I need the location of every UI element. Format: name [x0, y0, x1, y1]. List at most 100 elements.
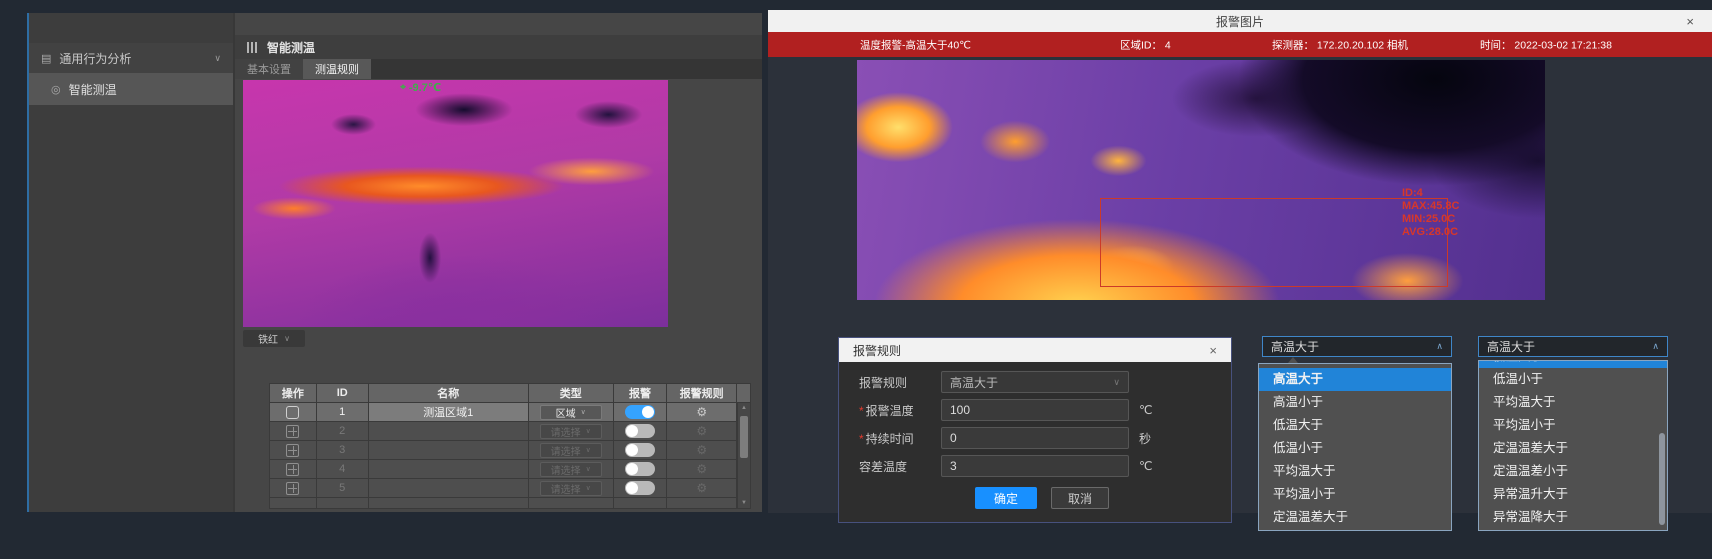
row-name[interactable]: 测温区域1: [369, 403, 529, 421]
scroll-up-icon[interactable]: ▲: [738, 405, 750, 411]
alarm-banner: 温度报警-高温大于40℃ 区域ID： 4 探测器： 172.20.20.102 …: [768, 32, 1712, 57]
alarm-temp-input[interactable]: 100: [941, 399, 1129, 421]
alarm-toggle-on[interactable]: [625, 405, 655, 419]
row-id: 4: [317, 460, 369, 478]
option-high-temp-greater[interactable]: 高温大于: [1259, 368, 1451, 391]
close-icon[interactable]: ×: [1209, 343, 1217, 358]
chevron-down-icon[interactable]: ∨: [214, 53, 221, 64]
option-avg-temp-greater[interactable]: 平均温大于: [1479, 391, 1667, 414]
row-id: 1: [317, 403, 369, 421]
option-fixed-diff-less[interactable]: 定温温差小于: [1259, 529, 1451, 531]
chevron-down-icon: ∨: [586, 427, 591, 435]
gear-icon[interactable]: ⚙: [696, 405, 707, 419]
type-select-disabled: 请选择∨: [540, 443, 602, 458]
content-header: 智能测温: [235, 35, 762, 59]
dropdown-scrollbar-thumb[interactable]: [1659, 433, 1665, 525]
chevron-down-icon: ∨: [586, 484, 591, 492]
palette-select[interactable]: 铁红 ∨: [243, 330, 305, 347]
region-min-text: MIN:25.0C: [1402, 213, 1459, 226]
gear-icon: ⚙: [696, 424, 707, 438]
sidebar-item-smart-thermometry[interactable]: ◎ 智能测温: [29, 73, 233, 105]
alarm-thermal-image: ID:4 MAX:45.8C MIN:25.0C AVG:28.0C: [857, 60, 1545, 300]
tolerance-input[interactable]: 3: [941, 455, 1129, 477]
tab-basic-settings[interactable]: 基本设置: [235, 59, 303, 79]
drag-handle-icon: [247, 42, 257, 53]
row-id: 5: [317, 479, 369, 497]
add-region-icon[interactable]: [286, 482, 299, 495]
close-icon[interactable]: ×: [1686, 10, 1694, 32]
sidebar-group-behavior-analysis[interactable]: ▤ 通用行为分析 ∨: [29, 43, 233, 73]
scrollbar-thumb[interactable]: [740, 416, 748, 458]
option-high-temp-less[interactable]: 高温小于: [1259, 391, 1451, 414]
palette-value: 铁红: [258, 331, 278, 346]
thermometry-icon: ◎: [51, 83, 61, 96]
alarm-region-rectangle: [1100, 198, 1448, 287]
tab-thermometry-rules[interactable]: 测温规则: [303, 59, 371, 79]
row-name: [369, 422, 529, 440]
rule-dropdown-left[interactable]: 高温大于 ∧: [1262, 336, 1452, 357]
content-title: 智能测温: [267, 39, 315, 56]
table-row[interactable]: 4 请选择∨ ⚙: [270, 460, 750, 479]
add-region-icon[interactable]: [286, 463, 299, 476]
grid-icon: ▤: [41, 52, 51, 65]
delete-region-icon[interactable]: [286, 406, 299, 419]
duration-label: 持续时间: [859, 430, 941, 447]
dialog-titlebar: 报警规则 ×: [839, 338, 1231, 362]
add-region-icon[interactable]: [286, 444, 299, 457]
option-avg-temp-less[interactable]: 平均温小于: [1259, 483, 1451, 506]
option-low-temp-greater[interactable]: 低温大于: [1259, 414, 1451, 437]
tab-bar: 基本设置 测温规则: [235, 59, 762, 79]
type-select[interactable]: 区域 ∨: [540, 405, 602, 420]
type-value: 区域: [556, 405, 576, 420]
table-row[interactable]: 1 测温区域1 区域 ∨ ⚙: [270, 403, 750, 422]
banner-detector: 探测器： 172.20.20.102 相机: [1272, 37, 1408, 52]
duration-unit: 秒: [1139, 430, 1151, 447]
cancel-button[interactable]: 取消: [1051, 487, 1109, 509]
thermal-preview-image[interactable]: ⌖ -9.7℃: [243, 80, 668, 327]
tolerance-label: 容差温度: [859, 458, 941, 475]
type-placeholder: 请选择: [551, 462, 581, 477]
table-header-row: 操作 ID 名称 类型 报警 报警规则: [270, 384, 750, 403]
type-placeholder: 请选择: [551, 481, 581, 496]
modal-title: 报警图片: [1216, 13, 1264, 30]
option-abnormal-rise-greater[interactable]: 异常温升大于: [1479, 483, 1667, 506]
alarm-region-stats: ID:4 MAX:45.8C MIN:25.0C AVG:28.0C: [1402, 187, 1459, 239]
row-name: [369, 479, 529, 497]
option-low-temp-less[interactable]: 低温小于: [1479, 368, 1667, 391]
option-fixed-diff-greater[interactable]: 定温温差大于: [1479, 437, 1667, 460]
temperature-value: -9.7℃: [409, 81, 441, 94]
option-avg-temp-less[interactable]: 平均温小于: [1479, 414, 1667, 437]
dropdown-notch: [1288, 357, 1298, 363]
rule-select[interactable]: 高温大于 ∨: [941, 371, 1129, 393]
table-row-clipped: [270, 498, 750, 509]
banner-time: 时间： 2022-03-02 17:21:38: [1480, 37, 1612, 52]
option-clipped[interactable]: 低温大于: [1479, 360, 1667, 368]
alarm-temp-label: 报警温度: [859, 402, 941, 419]
region-avg-text: AVG:28.0C: [1402, 226, 1459, 239]
option-fixed-diff-less[interactable]: 定温温差小于: [1479, 460, 1667, 483]
add-region-icon[interactable]: [286, 425, 299, 438]
duration-input[interactable]: 0: [941, 427, 1129, 449]
rule-dropdown-left-list: 高温大于 高温小于 低温大于 低温小于 平均温大于 平均温小于 定温温差大于 定…: [1258, 363, 1452, 531]
chevron-down-icon: ∨: [284, 334, 290, 343]
option-abnormal-drop-greater[interactable]: 异常温降大于: [1479, 506, 1667, 529]
table-row[interactable]: 2 请选择∨ ⚙: [270, 422, 750, 441]
option-fixed-diff-greater[interactable]: 定温温差大于: [1259, 506, 1451, 529]
row-id: 3: [317, 441, 369, 459]
crosshair-icon: ⌖: [400, 82, 406, 93]
table-row[interactable]: 5 请选择∨ ⚙: [270, 479, 750, 498]
alarm-rule-dialog: 报警规则 × 报警规则 高温大于 ∨ 报警温度 100 ℃ 持续时间 0 秒 容…: [838, 337, 1232, 523]
option-avg-temp-greater[interactable]: 平均温大于: [1259, 460, 1451, 483]
table-scrollbar[interactable]: ▲ ▼: [737, 403, 750, 508]
alarm-toggle-off: [625, 424, 655, 438]
rule-dropdown-right[interactable]: 高温大于 ∧: [1478, 336, 1668, 357]
dropdown-value: 高温大于: [1487, 338, 1535, 355]
chevron-down-icon: ∨: [581, 408, 586, 416]
type-select-disabled: 请选择 ∨: [540, 481, 602, 496]
chevron-down-icon: ∨: [586, 465, 591, 473]
table-row[interactable]: 3 请选择∨ ⚙: [270, 441, 750, 460]
scroll-down-icon[interactable]: ▼: [738, 500, 750, 506]
confirm-button[interactable]: 确定: [975, 487, 1037, 509]
option-low-temp-less[interactable]: 低温小于: [1259, 437, 1451, 460]
type-placeholder: 请选择: [551, 424, 581, 439]
